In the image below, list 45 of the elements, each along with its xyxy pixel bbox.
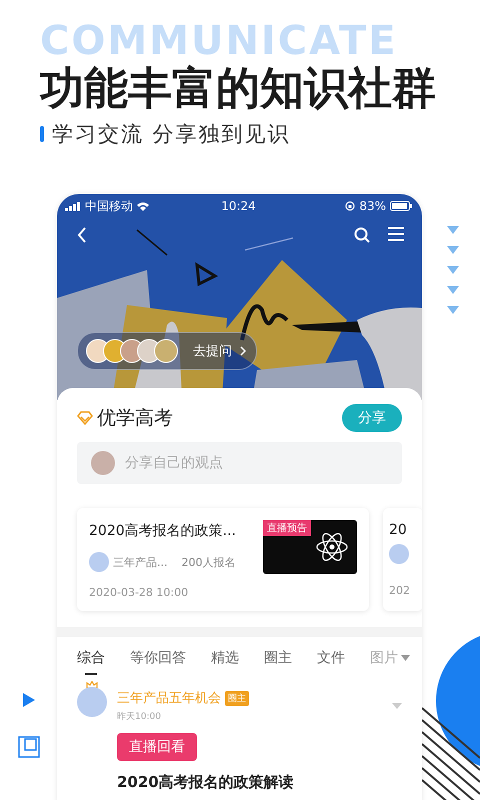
live-title: 2020高考报名的政策... [89, 522, 237, 540]
avatar-circle [389, 544, 409, 564]
post-text: 2020高考报名的政策解读 [117, 773, 295, 792]
play-icon [23, 693, 35, 707]
tab[interactable]: 文件 [317, 649, 345, 675]
group-name: 优学高考 [97, 406, 174, 431]
triangle-pattern-icon [446, 226, 460, 316]
author-name: 三年产品... [113, 554, 168, 570]
subtitle: 学习交流 分享独到见识 [52, 121, 291, 148]
diamond-icon [77, 411, 93, 425]
live-title: 20 [389, 522, 408, 538]
live-card[interactable]: 2020高考报名的政策... 三年产品... 200人报名 2020-03-28 10:00 直播预告 [77, 508, 369, 611]
wifi-icon [137, 202, 149, 210]
caret-down-icon [401, 655, 410, 661]
ask-question-button[interactable]: 去提问 [77, 332, 257, 370]
live-time: 2020-03-28 10:00 [89, 586, 190, 599]
avatar-circle [89, 552, 109, 572]
clock-time: 10:24 [221, 199, 256, 213]
post-time: 昨天10:00 [117, 710, 162, 723]
tab[interactable]: 综合 [77, 649, 105, 675]
signal-icon [65, 202, 81, 210]
battery-percent: 83% [359, 199, 386, 213]
chevron-right-icon [240, 346, 246, 356]
square-icon [18, 736, 40, 758]
signup-count: 200人报名 [182, 554, 236, 570]
replay-button[interactable]: 直播回看 [117, 733, 197, 761]
live-badge: 直播预告 [263, 520, 311, 536]
tab[interactable]: 精选 [211, 649, 239, 675]
tab[interactable]: 等你回答 [130, 649, 186, 675]
battery-icon [390, 201, 412, 211]
role-badge: 圈主 [225, 690, 249, 706]
live-card[interactable]: 20 202 [383, 508, 422, 611]
carrier-name: 中国移动 [85, 198, 133, 214]
tab[interactable]: 圈主 [264, 649, 292, 675]
rotation-lock-icon [345, 201, 356, 211]
back-icon[interactable] [77, 227, 87, 243]
watermark-word: COMMUNICATE [40, 20, 398, 62]
avatar-circle [91, 451, 115, 475]
avatar-circle [77, 687, 107, 717]
live-time: 202 [389, 584, 411, 597]
author-name: 三年产品五年机会 [117, 690, 221, 707]
atom-icon [315, 530, 349, 564]
headline: 功能丰富的知识社群 [40, 64, 437, 114]
search-icon[interactable] [354, 227, 370, 243]
menu-icon[interactable] [388, 227, 404, 241]
